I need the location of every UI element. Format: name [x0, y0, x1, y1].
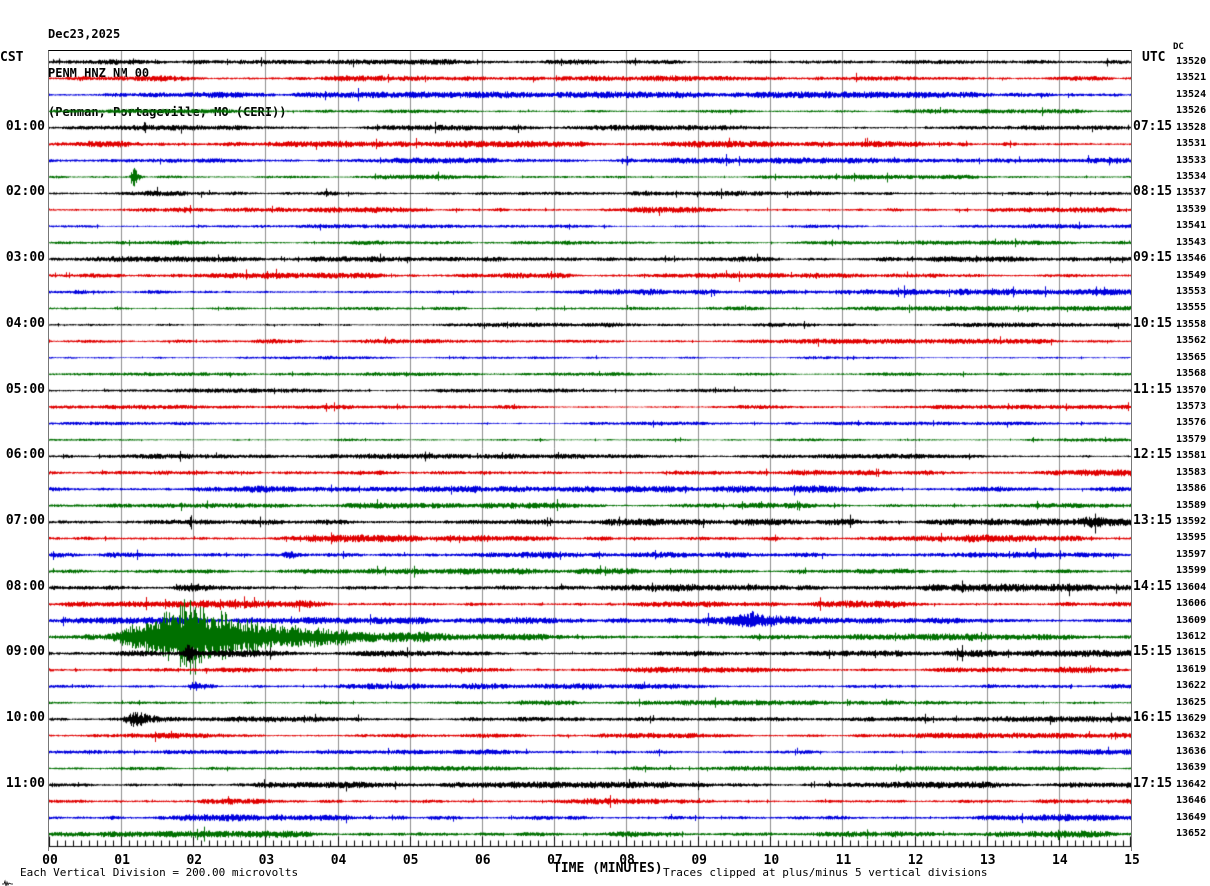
cst-hour-label: 01:00: [5, 118, 45, 134]
cst-axis-header: CST: [0, 50, 24, 65]
channel-number: 13619: [1176, 663, 1207, 675]
x-axis-label: TIME (MINUTES): [553, 861, 663, 876]
utc-hour-label: 16:15: [1133, 710, 1173, 726]
channel-number: 13543: [1176, 236, 1207, 248]
channel-number: 13528: [1176, 121, 1207, 133]
channel-number: 13553: [1176, 286, 1207, 298]
channel-number: 13531: [1176, 138, 1207, 150]
utc-hour-label: 09:15: [1133, 250, 1173, 266]
utc-hour-label: 13:15: [1133, 513, 1173, 529]
utc-hour-label: 12:15: [1133, 447, 1173, 463]
minute-tick-label: 14: [1052, 853, 1068, 868]
channel-number: 13524: [1176, 88, 1207, 100]
channel-number: 13520: [1176, 56, 1207, 67]
channel-number: 13568: [1176, 368, 1207, 380]
utc-hour-label: 15:15: [1133, 644, 1173, 660]
channel-number: 13586: [1176, 483, 1207, 495]
helicorder-page: Dec23,2025 PENM HNZ NM 00 (Penman, Porta…: [0, 0, 1210, 886]
channel-number: 13595: [1176, 532, 1207, 544]
cst-hour-label: 03:00: [5, 250, 45, 266]
vertical-division-scale-note: Each Vertical Division = 200.00 microvol…: [20, 866, 299, 879]
utc-hour-label: 11:15: [1133, 381, 1173, 397]
helicorder-plot: [48, 50, 1132, 851]
channel-number: 13533: [1176, 154, 1207, 166]
channel-number: 13581: [1176, 450, 1207, 462]
minute-tick-label: 06: [474, 853, 491, 868]
utc-hour-label: 14:15: [1133, 578, 1173, 594]
cst-hour-label: 10:00: [5, 710, 45, 726]
utc-axis-header: UTC: [1142, 50, 1166, 65]
channel-number: 13609: [1176, 614, 1207, 626]
channel-number: 13629: [1176, 713, 1207, 725]
channel-number: 13562: [1176, 335, 1207, 347]
channel-number: 13604: [1176, 581, 1207, 593]
channel-number: 13646: [1176, 795, 1207, 807]
cst-hour-label: 05:00: [5, 381, 45, 397]
cst-hour-label: 07:00: [5, 513, 45, 529]
channel-number: 13625: [1176, 696, 1207, 708]
utc-hour-label: 08:15: [1133, 184, 1173, 200]
channel-number: 13599: [1176, 565, 1207, 577]
channel-number: 13589: [1176, 499, 1207, 511]
channel-number: 13565: [1176, 351, 1207, 363]
cst-hour-label: 06:00: [5, 447, 45, 463]
cst-hour-label: 08:00: [5, 578, 45, 594]
channel-number: 13583: [1176, 466, 1207, 478]
channel-number: 13541: [1176, 220, 1207, 232]
channel-number: 13597: [1176, 548, 1207, 560]
channel-number: 13534: [1176, 171, 1207, 182]
corner-squiggle-icon: [2, 872, 14, 886]
cst-hour-label: 04:00: [5, 315, 45, 331]
channel-number: 13558: [1176, 318, 1207, 330]
channel-number: 13539: [1176, 203, 1207, 215]
dc-label: DC: [1173, 42, 1184, 52]
channel-number: 13549: [1176, 269, 1207, 281]
channel-number: 13642: [1176, 778, 1207, 790]
channel-number: 13615: [1176, 647, 1207, 659]
cst-hour-label: 02:00: [5, 184, 45, 200]
utc-hour-label: 10:15: [1133, 315, 1173, 331]
channel-number: 13612: [1176, 631, 1207, 643]
minute-tick-label: 15: [1124, 853, 1140, 868]
channel-number: 13537: [1176, 187, 1207, 199]
minute-tick-label: 04: [330, 853, 347, 868]
channel-number: 13606: [1176, 598, 1207, 610]
channel-number: 13592: [1176, 516, 1207, 528]
minute-tick-label: 05: [402, 853, 419, 868]
channel-number: 13632: [1176, 729, 1207, 741]
channel-number: 13570: [1176, 384, 1207, 396]
channel-number: 13526: [1176, 105, 1207, 117]
channel-number: 13579: [1176, 433, 1207, 445]
channel-number: 13652: [1176, 828, 1207, 840]
channel-number: 13573: [1176, 401, 1207, 413]
seismogram-traces-canvas: [49, 51, 1131, 851]
channel-number: 13649: [1176, 811, 1207, 823]
channel-number: 13576: [1176, 417, 1207, 429]
channel-number: 13639: [1176, 762, 1207, 774]
channel-number: 13546: [1176, 253, 1207, 265]
channel-number: 13622: [1176, 680, 1207, 692]
channel-number: 13636: [1176, 746, 1207, 758]
channel-number: 13555: [1176, 302, 1207, 314]
cst-hour-label: 09:00: [5, 644, 45, 660]
utc-hour-label: 17:15: [1133, 775, 1173, 791]
cst-hour-label: 11:00: [5, 775, 45, 791]
title-date: Dec23,2025: [48, 27, 121, 41]
utc-hour-label: 07:15: [1133, 118, 1173, 134]
channel-number: 13521: [1176, 72, 1207, 84]
clip-note: Traces clipped at plus/minus 5 vertical …: [663, 866, 988, 879]
